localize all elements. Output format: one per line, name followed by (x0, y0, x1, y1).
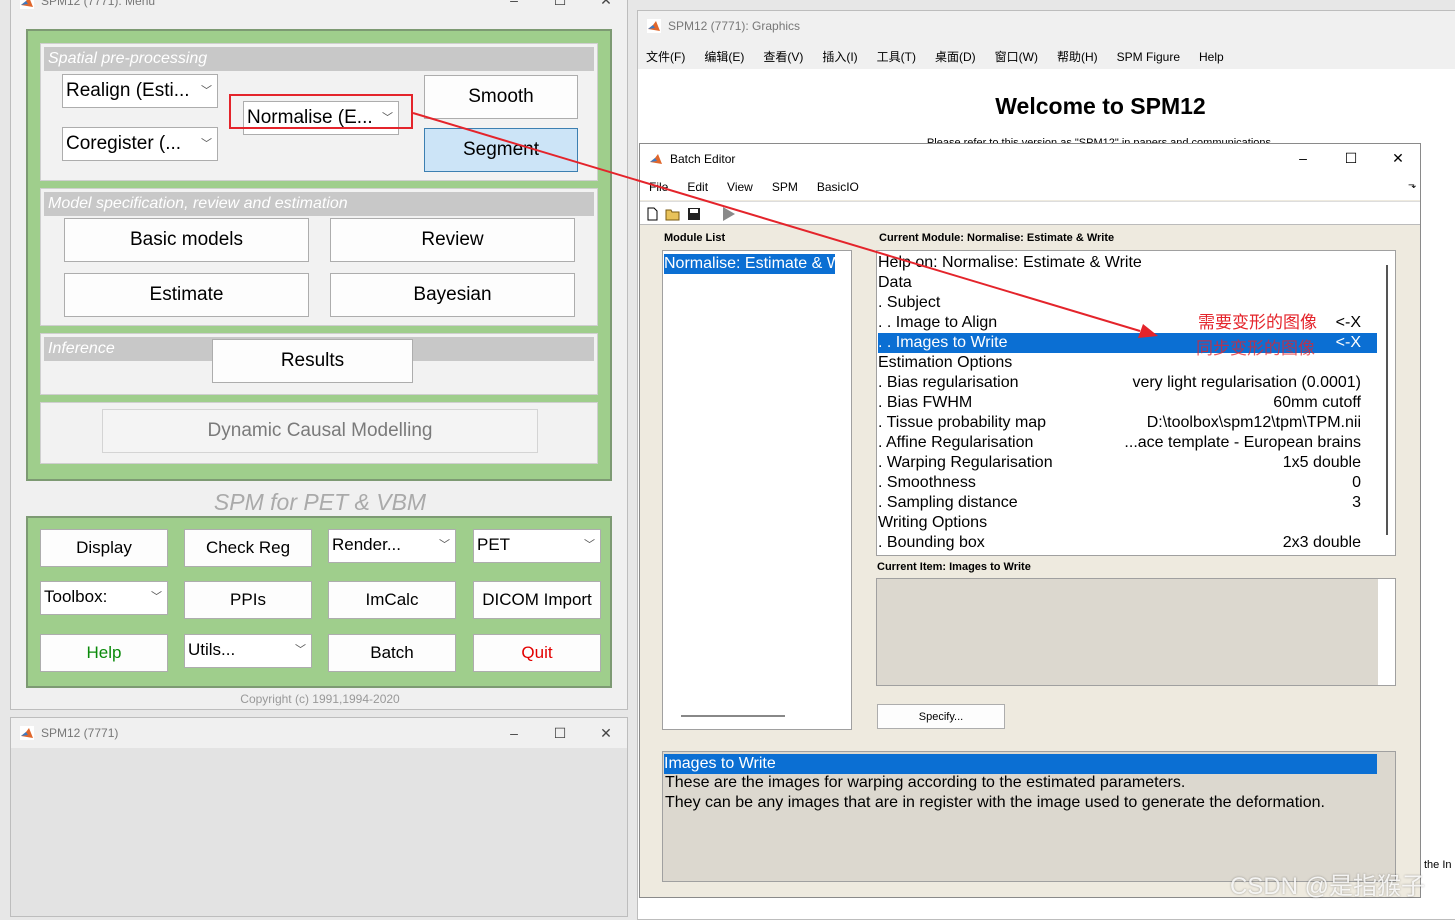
annotation-arrow-line (412, 112, 1141, 332)
watermark: CSDN @是指猴子 (1230, 873, 1426, 900)
annotation-arrow (412, 112, 1158, 338)
annotation-arrow-head (1138, 324, 1158, 338)
